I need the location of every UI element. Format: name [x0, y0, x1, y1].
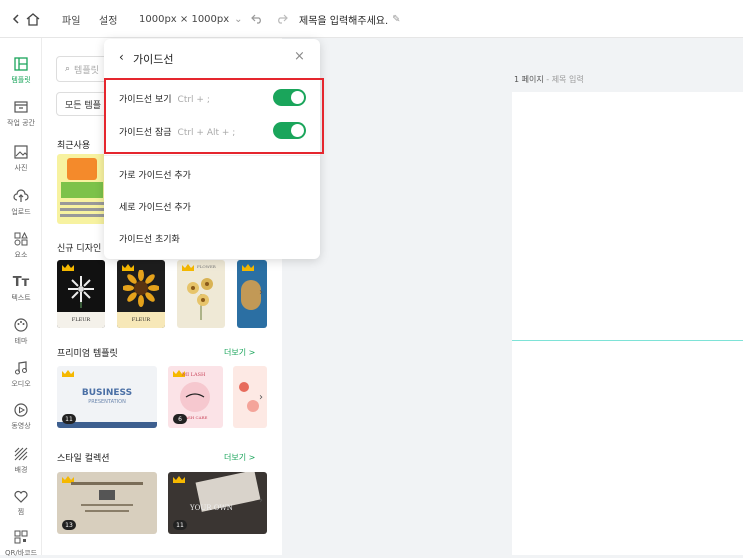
canvas-area: 1 페이지 - 제목 입력: [282, 38, 743, 555]
sidebar-item-workspace[interactable]: 작업 공간: [0, 99, 42, 128]
sidebar-item-template[interactable]: 템플릿: [0, 56, 42, 85]
page-label: 1 페이지 - 제목 입력: [514, 75, 584, 84]
template-count-badge: 11: [62, 414, 76, 424]
search-icon: ⌕: [65, 64, 71, 74]
thumb-text-fleur: FLEUR: [57, 312, 105, 328]
chevron-right-icon[interactable]: ›: [259, 287, 263, 298]
add-horizontal-guide[interactable]: 가로 가이드선 추가: [119, 168, 191, 181]
style-template-thumb-2[interactable]: YOUR OWN 11: [168, 472, 267, 534]
palette-icon: [13, 317, 29, 333]
video-icon: [13, 402, 29, 418]
sidebar-item-video[interactable]: 동영상: [0, 402, 42, 431]
reset-guides[interactable]: 가이드선 초기화: [119, 232, 180, 245]
new-template-thumb-1[interactable]: FLEUR: [57, 260, 105, 328]
crown-icon: [62, 264, 74, 271]
sidebar-item-upload[interactable]: 업로드: [0, 188, 42, 217]
workspace-icon: [13, 99, 29, 115]
text-icon: Tт: [12, 274, 30, 290]
back-chevron-icon[interactable]: ‹: [119, 50, 124, 64]
close-icon[interactable]: ×: [294, 49, 305, 64]
crown-icon: [62, 370, 74, 377]
premium-section-title: 프리미엄 템플릿: [57, 349, 118, 359]
premium-more-link[interactable]: 더보기 >: [224, 347, 255, 358]
crown-icon: [242, 264, 254, 271]
menu-settings[interactable]: 설정: [99, 0, 117, 38]
sidebar-item-text[interactable]: Tт 텍스트: [0, 274, 42, 303]
background-icon: [13, 446, 29, 462]
photo-icon: [13, 144, 29, 160]
thumb-text-lash: MI LASH: [182, 372, 206, 378]
thumb-text-presentation: PRESENTATION: [88, 399, 126, 405]
chevron-right-icon[interactable]: ›: [259, 495, 263, 506]
style-collection-title: 스타일 컬렉션: [57, 454, 110, 464]
heart-icon: [13, 488, 29, 504]
recent-template-thumb[interactable]: [57, 154, 107, 224]
red-highlight-box: [104, 78, 324, 154]
template-icon: [13, 56, 29, 72]
menu-file[interactable]: 파일: [62, 0, 80, 38]
add-vertical-guide[interactable]: 세로 가이드선 추가: [119, 200, 191, 213]
sidebar-item-favorite[interactable]: 찜: [0, 488, 42, 517]
document-title[interactable]: 제목을 입력해주세요. ✎: [299, 0, 401, 38]
crown-icon: [182, 264, 194, 271]
tool-sidebar: 템플릿 작업 공간 사진 업로드 요소 Tт 텍스트 테마 오디오 동영상 배경…: [0, 38, 42, 558]
sidebar-item-theme[interactable]: 테마: [0, 317, 42, 346]
canvas-size-value: 1000px × 1000px: [139, 13, 230, 25]
new-design-section-title: 신규 디자인: [57, 244, 102, 254]
pencil-icon: ✎: [392, 13, 401, 25]
upload-icon: [13, 188, 29, 204]
style-more-link[interactable]: 더보기 >: [224, 452, 255, 463]
sidebar-item-background[interactable]: 배경: [0, 446, 42, 475]
canvas-size-dropdown[interactable]: 1000px × 1000px ⌄: [139, 0, 243, 38]
redo-icon[interactable]: [276, 0, 288, 38]
undo-icon[interactable]: [251, 0, 263, 38]
home-icon[interactable]: [26, 0, 40, 38]
top-bar: 파일 설정 1000px × 1000px ⌄ 제목을 입력해주세요. ✎: [0, 0, 743, 38]
chevron-down-icon: ⌄: [234, 13, 243, 25]
audio-icon: [13, 360, 29, 376]
recent-section-title: 최근사용: [57, 141, 91, 151]
sidebar-item-photo[interactable]: 사진: [0, 144, 42, 173]
template-count-badge: 11: [173, 520, 187, 530]
qr-icon: [13, 529, 29, 545]
sidebar-item-audio[interactable]: 오디오: [0, 360, 42, 389]
crown-icon: [173, 476, 185, 483]
chevron-right-icon[interactable]: ›: [259, 392, 263, 403]
design-page[interactable]: [512, 92, 743, 555]
thumb-text-your-own: YOUR OWN: [190, 504, 233, 512]
style-template-thumb-1[interactable]: 13: [57, 472, 157, 534]
popover-divider: [104, 155, 320, 156]
template-count-badge: 13: [62, 520, 76, 530]
sidebar-item-qr[interactable]: QR/바코드: [0, 529, 42, 558]
sidebar-item-elements[interactable]: 요소: [0, 231, 42, 260]
thumb-text-business: BUSINESS: [81, 388, 133, 398]
popover-title: 가이드선: [133, 53, 174, 66]
thumb-text-fleur-2: FLEUR: [117, 312, 165, 328]
elements-icon: [13, 231, 29, 247]
thumb-text-flower: FLOWER: [197, 264, 216, 269]
new-template-thumb-3[interactable]: FLOWER: [177, 260, 225, 328]
back-icon[interactable]: [12, 0, 20, 38]
premium-template-thumb-1[interactable]: BUSINESS PRESENTATION 11: [57, 366, 157, 428]
premium-template-thumb-2[interactable]: MI LASH EYELASH CARE 6: [168, 366, 223, 428]
new-template-thumb-2[interactable]: FLEUR: [117, 260, 165, 328]
horizontal-guide-line[interactable]: [512, 340, 743, 341]
template-count-badge: 6: [173, 414, 187, 424]
